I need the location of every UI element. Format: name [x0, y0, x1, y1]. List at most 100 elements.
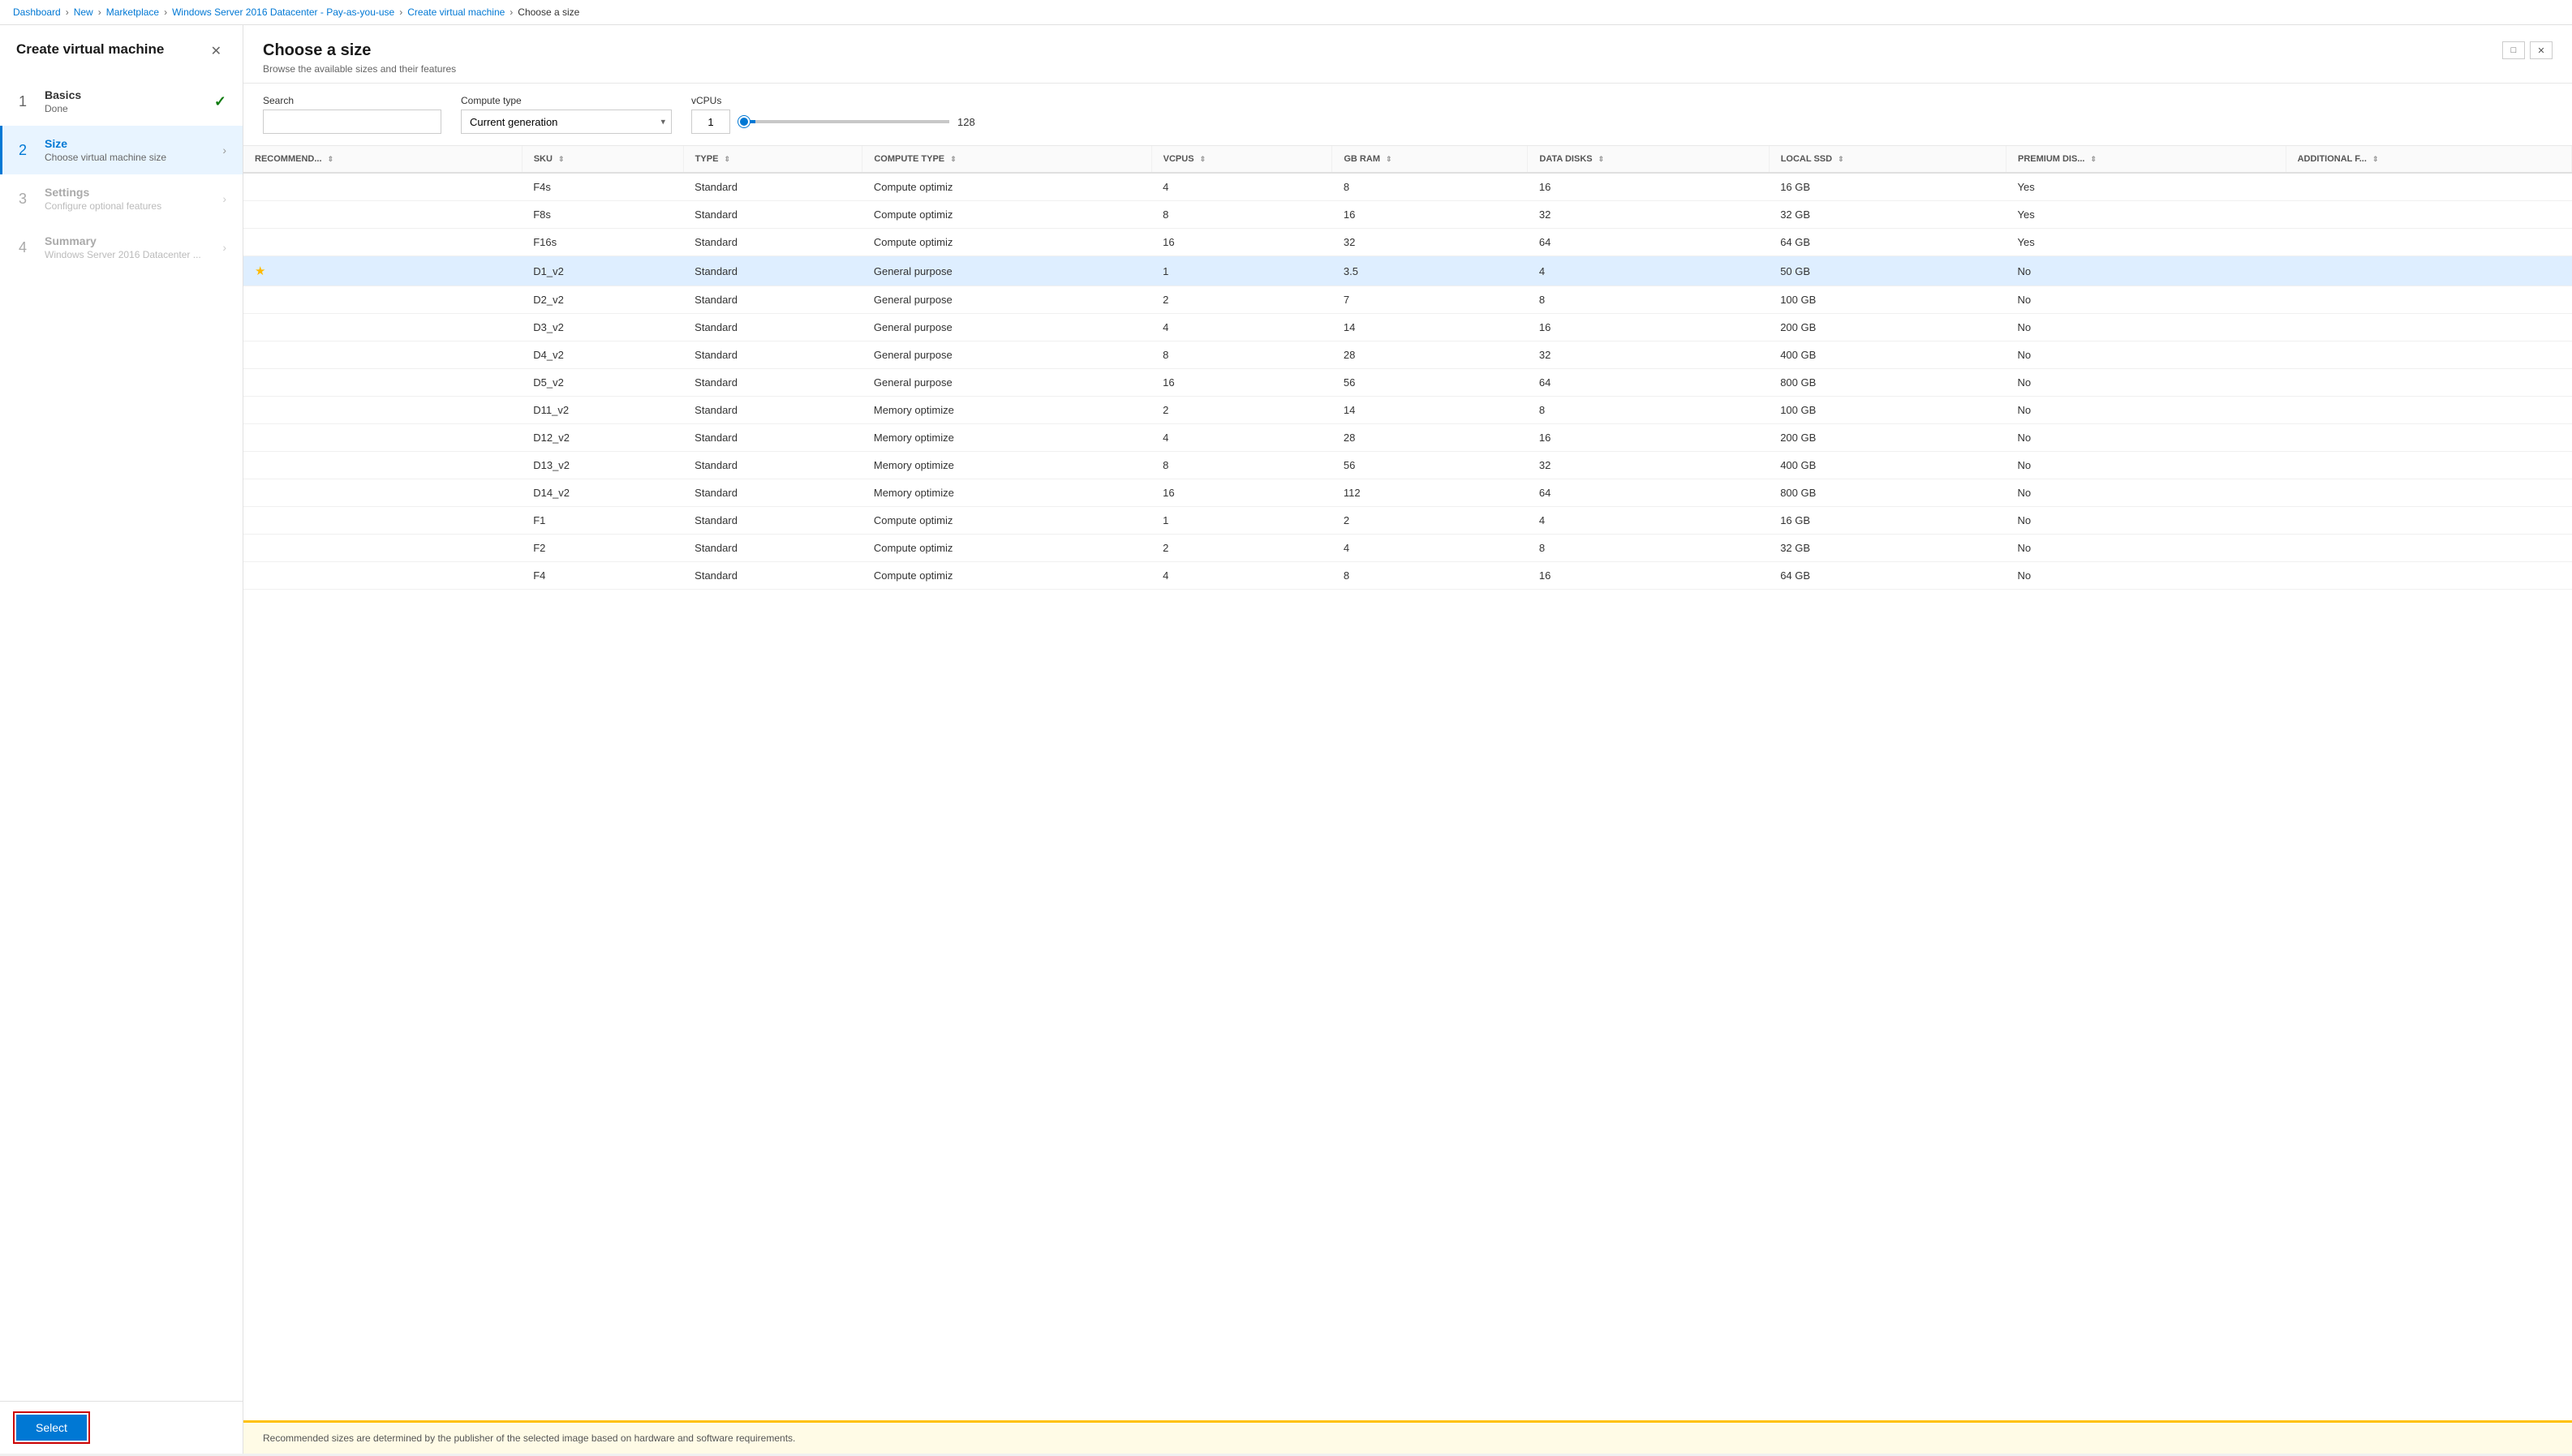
step-1[interactable]: 1 Basics Done ✓	[0, 77, 243, 126]
right-panel: Choose a size Browse the available sizes…	[243, 25, 2572, 1454]
close-panel-button[interactable]: ✕	[206, 41, 226, 61]
cell-sku: D14_v2	[522, 479, 683, 507]
cell-additional	[2286, 201, 2571, 229]
col-premium-disk[interactable]: PREMIUM DIS... ⇕	[2006, 146, 2286, 173]
cell-recommended	[243, 229, 522, 256]
compute-type-select-wrapper: All Current generation Previous generati…	[461, 110, 672, 134]
cell-data-disks: 8	[1528, 286, 1769, 314]
cell-vcpus: 2	[1151, 535, 1332, 562]
cell-sku: F8s	[522, 201, 683, 229]
cell-sku: F4	[522, 562, 683, 590]
breadcrumb-create-vm[interactable]: Create virtual machine	[407, 6, 505, 18]
cell-vcpus: 8	[1151, 201, 1332, 229]
vcpu-min-input[interactable]: 1	[691, 110, 730, 134]
cell-compute-type: Memory optimize	[862, 424, 1151, 452]
table-row[interactable]: D14_v2StandardMemory optimize1611264800 …	[243, 479, 2572, 507]
compute-type-select[interactable]: All Current generation Previous generati…	[461, 110, 672, 134]
col-additional[interactable]: ADDITIONAL F... ⇕	[2286, 146, 2571, 173]
step-2-number: 2	[19, 142, 33, 159]
step-3[interactable]: 3 Settings Configure optional features ›	[0, 174, 243, 223]
right-panel-subtitle: Browse the available sizes and their fea…	[263, 63, 456, 75]
col-data-disks[interactable]: DATA DISKS ⇕	[1528, 146, 1769, 173]
col-recommended[interactable]: RECOMMEND... ⇕	[243, 146, 522, 173]
cell-recommended	[243, 369, 522, 397]
step-3-name: Settings	[45, 186, 211, 199]
vcpu-slider[interactable]	[738, 120, 949, 123]
cell-type: Standard	[683, 173, 862, 201]
breadcrumb-product[interactable]: Windows Server 2016 Datacenter - Pay-as-…	[172, 6, 394, 18]
col-vcpus[interactable]: VCPUS ⇕	[1151, 146, 1332, 173]
table-container[interactable]: RECOMMEND... ⇕ SKU ⇕ TYPE ⇕ COMPUTE TYPE…	[243, 146, 2572, 1420]
close-button[interactable]: ✕	[2530, 41, 2553, 59]
cell-compute-type: Compute optimiz	[862, 535, 1151, 562]
table-row[interactable]: D3_v2StandardGeneral purpose41416200 GBN…	[243, 314, 2572, 341]
step-4[interactable]: 4 Summary Windows Server 2016 Datacenter…	[0, 223, 243, 272]
cell-additional	[2286, 479, 2571, 507]
table-row[interactable]: D2_v2StandardGeneral purpose278100 GBNo	[243, 286, 2572, 314]
left-panel-footer: Select	[0, 1401, 243, 1454]
cell-premium-disk: No	[2006, 341, 2286, 369]
col-sku[interactable]: SKU ⇕	[522, 146, 683, 173]
breadcrumb-sep-2: ›	[98, 6, 101, 18]
cell-gb-ram: 56	[1332, 369, 1528, 397]
breadcrumb-new[interactable]: New	[74, 6, 93, 18]
select-button[interactable]: Select	[16, 1415, 87, 1441]
cell-premium-disk: No	[2006, 507, 2286, 535]
table-row[interactable]: F8sStandardCompute optimiz8163232 GBYes	[243, 201, 2572, 229]
step-3-chevron: ›	[222, 192, 226, 205]
breadcrumb-current: Choose a size	[518, 6, 579, 18]
cell-vcpus: 16	[1151, 369, 1332, 397]
table-row[interactable]: D4_v2StandardGeneral purpose82832400 GBN…	[243, 341, 2572, 369]
step-2[interactable]: 2 Size Choose virtual machine size ›	[0, 126, 243, 174]
table-row[interactable]: D12_v2StandardMemory optimize42816200 GB…	[243, 424, 2572, 452]
cell-additional	[2286, 535, 2571, 562]
table-body: F4sStandardCompute optimiz481616 GBYesF8…	[243, 173, 2572, 590]
cell-type: Standard	[683, 341, 862, 369]
breadcrumb-dashboard[interactable]: Dashboard	[13, 6, 61, 18]
panel-title: Create virtual machine	[16, 41, 164, 58]
cell-type: Standard	[683, 424, 862, 452]
minimize-button[interactable]: □	[2502, 41, 2525, 59]
search-group: Search	[263, 95, 441, 134]
table-row[interactable]: ★D1_v2StandardGeneral purpose13.5450 GBN…	[243, 256, 2572, 286]
cell-data-disks: 16	[1528, 424, 1769, 452]
breadcrumb-marketplace[interactable]: Marketplace	[106, 6, 159, 18]
table-row[interactable]: D5_v2StandardGeneral purpose165664800 GB…	[243, 369, 2572, 397]
breadcrumb-sep-4: ›	[399, 6, 402, 18]
step-2-chevron: ›	[222, 144, 226, 157]
cell-sku: D3_v2	[522, 314, 683, 341]
cell-recommended	[243, 452, 522, 479]
table-row[interactable]: F1StandardCompute optimiz12416 GBNo	[243, 507, 2572, 535]
step-1-number: 1	[19, 93, 33, 110]
table-row[interactable]: D11_v2StandardMemory optimize2148100 GBN…	[243, 397, 2572, 424]
col-type[interactable]: TYPE ⇕	[683, 146, 862, 173]
cell-vcpus: 1	[1151, 256, 1332, 286]
cell-gb-ram: 14	[1332, 397, 1528, 424]
table-row[interactable]: F4StandardCompute optimiz481664 GBNo	[243, 562, 2572, 590]
table-row[interactable]: F4sStandardCompute optimiz481616 GBYes	[243, 173, 2572, 201]
cell-local-ssd: 200 GB	[1769, 424, 2006, 452]
cell-local-ssd: 16 GB	[1769, 507, 2006, 535]
col-local-ssd[interactable]: LOCAL SSD ⇕	[1769, 146, 2006, 173]
cell-recommended	[243, 201, 522, 229]
cell-premium-disk: No	[2006, 479, 2286, 507]
window-controls: □ ✕	[2502, 41, 2553, 59]
breadcrumb-sep-1: ›	[66, 6, 69, 18]
cell-premium-disk: No	[2006, 397, 2286, 424]
cell-local-ssd: 64 GB	[1769, 229, 2006, 256]
right-panel-title-block: Choose a size Browse the available sizes…	[263, 41, 456, 75]
table-row[interactable]: D13_v2StandardMemory optimize85632400 GB…	[243, 452, 2572, 479]
cell-premium-disk: No	[2006, 452, 2286, 479]
cell-sku: D13_v2	[522, 452, 683, 479]
step-1-name: Basics	[45, 88, 203, 101]
step-2-content: Size Choose virtual machine size	[45, 137, 211, 163]
col-gb-ram[interactable]: GB RAM ⇕	[1332, 146, 1528, 173]
cell-additional	[2286, 397, 2571, 424]
table-row[interactable]: F2StandardCompute optimiz24832 GBNo	[243, 535, 2572, 562]
cell-sku: F2	[522, 535, 683, 562]
vcpu-max-label: 128	[957, 116, 975, 128]
search-input[interactable]	[263, 110, 441, 134]
cell-compute-type: General purpose	[862, 286, 1151, 314]
col-compute-type[interactable]: COMPUTE TYPE ⇕	[862, 146, 1151, 173]
table-row[interactable]: F16sStandardCompute optimiz16326464 GBYe…	[243, 229, 2572, 256]
